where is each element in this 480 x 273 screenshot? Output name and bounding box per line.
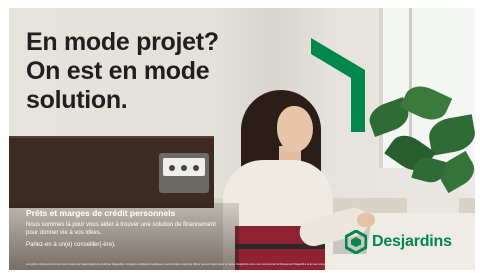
headline-line-1: En mode projet?: [26, 28, 219, 56]
headline: En mode projet? On est en mode solution.: [26, 28, 246, 115]
brand-name: Desjardins: [372, 233, 452, 250]
product-title: Prêts et marges de crédit personnels: [26, 208, 176, 218]
legal-disclaimer: Les prêts et financements sont sous rése…: [26, 263, 335, 266]
product-description: Nous sommes là pour vous aider à trouver…: [26, 222, 216, 236]
desjardins-hexagon-icon: [345, 230, 367, 254]
headline-line-2: On est en mode: [26, 57, 210, 85]
call-to-action[interactable]: Parlez-en à un(e) conseiller(-ère).: [26, 242, 116, 248]
banner-ad[interactable]: En mode projet? On est en mode solution.…: [9, 8, 475, 270]
desjardins-logo[interactable]: Desjardins: [345, 230, 452, 254]
headline-line-3: solution.: [26, 86, 128, 114]
